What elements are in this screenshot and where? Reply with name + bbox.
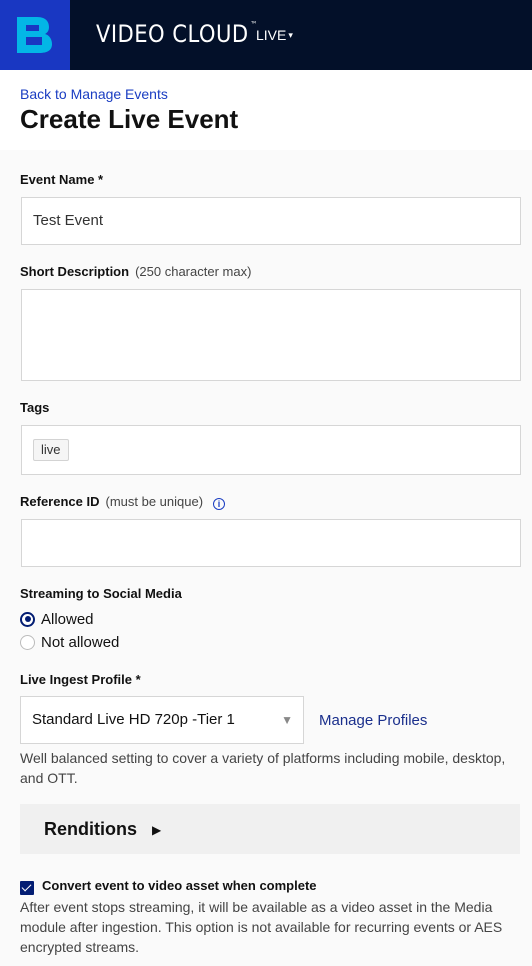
module-label: LIVE [256,27,287,43]
tag-chip[interactable]: live [33,439,69,461]
radio-allowed-label: Allowed [41,610,94,628]
brightcove-b-logo-icon [17,17,52,53]
short-description-label: Short Description (250 character max) [20,264,252,279]
radio-not-allowed[interactable]: Not allowed [20,632,119,652]
convert-to-asset-checkbox[interactable] [20,881,34,895]
back-to-manage-events-link[interactable]: Back to Manage Events [20,86,168,102]
create-live-event-form: Event Name * Test Event Short Descriptio… [0,150,532,966]
convert-to-asset-help: After event stops streaming, it will be … [20,899,503,955]
brightcove-logo[interactable] [0,0,70,70]
reference-id-hint: (must be unique) [105,494,204,509]
radio-allowed[interactable]: Allowed [20,609,94,629]
chevron-down-icon: ▾ [288,30,293,40]
renditions-section-toggle[interactable]: Renditions ▶ [20,804,520,854]
social-media-label: Streaming to Social Media [20,586,182,601]
event-name-label: Event Name * [20,172,104,187]
top-nav-bar: VIDEO CLOUD ™ LIVE ▾ [0,0,532,70]
radio-button-selected[interactable] [20,611,35,627]
manage-profiles-link[interactable]: Manage Profiles [319,712,427,729]
event-name-input[interactable]: Test Event [21,197,521,245]
reference-id-input[interactable] [21,519,521,567]
short-description-textarea[interactable] [21,289,521,381]
short-description-hint: (250 character max) [135,264,252,279]
tags-input[interactable]: live [21,425,521,475]
ingest-profile-select[interactable]: Standard Live HD 720p -Tier 1 ▼ [20,696,304,744]
dropdown-arrow-icon: ▼ [281,713,293,727]
convert-to-asset-label[interactable]: Convert event to video asset when comple… [42,878,317,893]
ingest-profile-value: Standard Live HD 720p -Tier 1 [32,711,235,728]
caret-right-icon: ▶ [152,823,162,837]
tags-label: Tags [20,400,50,415]
reference-id-label: Reference ID (must be unique) i [20,494,226,510]
page-header: Back to Manage Events Create Live Event [0,70,532,150]
module-switcher[interactable]: LIVE ▾ [256,27,293,43]
product-name: VIDEO CLOUD ™ [96,20,258,48]
radio-button[interactable] [20,634,35,650]
radio-not-allowed-label: Not allowed [41,633,120,651]
renditions-heading: Renditions [44,819,137,839]
page-title: Create Live Event [20,104,239,134]
ingest-profile-label: Live Ingest Profile * [20,672,141,687]
info-icon[interactable]: i [213,498,226,510]
ingest-profile-help: Well balanced setting to cover a variety… [20,750,506,786]
